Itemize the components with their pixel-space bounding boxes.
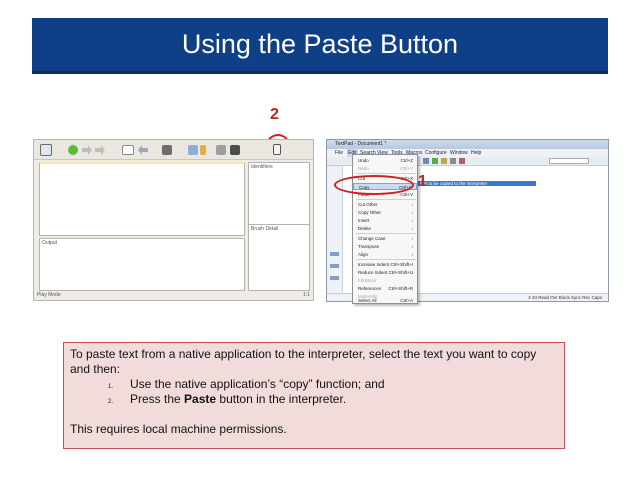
interpreter-screenshot: Identifiers Output Brush Detail Play Mod… [33, 139, 314, 301]
step-text-bold: Paste [184, 392, 217, 406]
text-icon[interactable] [122, 145, 134, 155]
interpreter-toolbar [34, 140, 313, 160]
instruction-box: To paste text from a native application … [63, 342, 565, 449]
menu-item-undo[interactable]: Undo Ctrl+Z [353, 157, 417, 164]
step-text-prefix: Press the [130, 392, 185, 406]
menu-item-insert[interactable]: Insert › [353, 217, 417, 224]
document-icon [330, 276, 339, 280]
brush-detail-pane[interactable]: Brush Detail [248, 224, 310, 291]
copy-icon[interactable] [188, 145, 198, 155]
menu-help[interactable]: Help [471, 149, 481, 157]
undo-icon[interactable] [138, 145, 148, 155]
help-icon[interactable] [450, 158, 456, 164]
textpad-title-bar: TextPad - Document1 * [327, 140, 608, 149]
slide-title: Using the Paste Button [181, 29, 459, 59]
menu-item-change-case[interactable]: Change Case › [353, 235, 417, 242]
selected-text[interactable]: text to be copied to the interpreter [418, 181, 536, 186]
menu-item-references[interactable]: References Ctrl+Shift+R [353, 285, 417, 292]
forward-icon[interactable] [82, 145, 92, 155]
instruction-intro: To paste text from a native application … [70, 347, 537, 376]
tool-icon[interactable] [441, 158, 447, 164]
save-icon[interactable] [230, 145, 240, 155]
step-number: 2. [108, 399, 114, 405]
menu-separator [356, 233, 416, 234]
menu-item-fill-block[interactable]: Fill Block [353, 277, 417, 284]
menu-separator [356, 173, 416, 174]
menu-configure[interactable]: Configure [425, 149, 447, 157]
output-label: Output [42, 240, 58, 246]
callout-number-1: 1 [418, 173, 427, 190]
menu-separator [356, 259, 416, 260]
list-icon[interactable] [40, 144, 52, 156]
callout-number-2: 2 [270, 106, 279, 123]
paste-icon[interactable] [273, 144, 281, 155]
step-text-suffix: button in the interpreter. [216, 392, 347, 406]
stop-icon[interactable] [216, 145, 226, 155]
stop-icon[interactable] [459, 158, 465, 164]
document-icon [330, 252, 339, 256]
menu-item-increase-indent[interactable]: Increase Indent Ctrl+Shift+I [353, 261, 417, 268]
slide-title-banner: Using the Paste Button [32, 18, 608, 74]
menu-file[interactable]: File [335, 149, 343, 157]
menu-item-align[interactable]: Align › [353, 251, 417, 258]
menu-item-transpose[interactable]: Transpose › [353, 243, 417, 250]
document-icon [330, 264, 339, 268]
output-pane[interactable]: Output [39, 238, 245, 291]
status-position: 1:1 [303, 292, 310, 298]
menu-item-delete[interactable]: Delete › [353, 225, 417, 232]
run-icon[interactable] [432, 158, 438, 164]
menu-item-cut-other[interactable]: Cut Other › [353, 201, 417, 208]
instruction-step-2: 2. Press the Paste button in the interpr… [70, 392, 558, 407]
find-icon[interactable] [423, 158, 429, 164]
play-icon[interactable] [68, 145, 78, 155]
menu-item-select-all[interactable]: Select All Ctrl+A [353, 298, 417, 304]
search-input[interactable] [549, 158, 589, 164]
status-mode: Play Mode [37, 292, 61, 298]
copy-item-highlight-ellipse [334, 175, 414, 195]
editor-pane[interactable] [39, 162, 245, 236]
status-indicators: 2 34 Read Ovr Block Sync Rec Caps [528, 295, 602, 300]
pencil-icon[interactable] [200, 145, 206, 155]
menu-window[interactable]: Window [450, 149, 468, 157]
menu-item-reduce-indent[interactable]: Reduce Indent Ctrl+Shift+U [353, 269, 417, 276]
brush-detail-label: Brush Detail [251, 226, 279, 232]
image-icon[interactable] [162, 145, 172, 155]
menu-separator [356, 199, 416, 200]
forward-icon[interactable] [95, 145, 105, 155]
step-text: Use the native application’s “copy” func… [130, 377, 385, 391]
identifiers-label: Identifiers [251, 164, 273, 170]
instruction-step-1: 1. Use the native application’s “copy” f… [70, 377, 558, 392]
menu-item-copy-other[interactable]: Copy Other › [353, 209, 417, 216]
instruction-note: This requires local machine permissions. [70, 422, 287, 436]
menu-item-redo[interactable]: Redo Ctrl+Y [353, 165, 417, 172]
